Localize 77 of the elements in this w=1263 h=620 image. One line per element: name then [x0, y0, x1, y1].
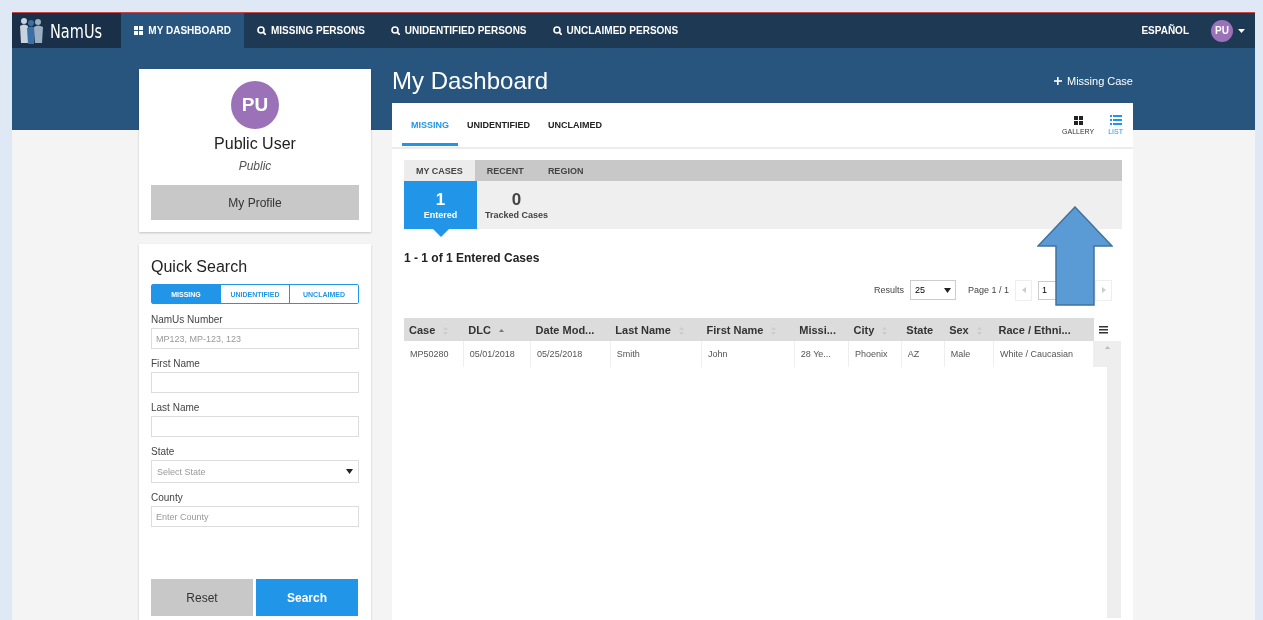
field-label: First Name — [151, 358, 201, 369]
column-header[interactable]: Case — [404, 318, 464, 341]
left-arrow-icon — [1021, 287, 1026, 293]
list-icon — [1109, 115, 1122, 125]
table-cell: White / Caucasian — [993, 341, 1094, 367]
column-header[interactable]: DLC — [463, 318, 531, 341]
column-header[interactable]: First Name — [701, 318, 795, 341]
field-label: State — [151, 446, 176, 457]
grid-icon — [1073, 115, 1083, 125]
reset-button[interactable]: Reset — [151, 579, 253, 616]
column-header[interactable]: City — [848, 318, 902, 341]
page-label: Page 1 / 1 — [967, 285, 1009, 295]
placeholder-text: Select State — [157, 466, 206, 477]
pointer-icon — [433, 229, 449, 237]
column-header[interactable]: Last Name — [610, 318, 702, 341]
nav-link[interactable]: UNIDENTIFIED PERSONS — [377, 13, 540, 48]
table-cell: AZ — [901, 341, 945, 367]
results-label: Results — [873, 285, 904, 295]
table-cell: Male — [944, 341, 994, 367]
page-input[interactable]: 1 — [1038, 280, 1056, 300]
table-cell: 05/01/2018 — [463, 341, 531, 367]
nav-link[interactable]: MISSING PERSONS — [243, 13, 378, 48]
input-field[interactable]: MP123, MP-123, 123 — [151, 328, 359, 349]
table-cell: 28 Ye... — [794, 341, 849, 367]
nav-link[interactable]: UNCLAIMED PERSONS — [539, 13, 692, 48]
language-link[interactable]: ESPAÑOL — [1141, 25, 1189, 36]
next-page-button[interactable] — [1095, 279, 1112, 301]
column-header[interactable]: Sex — [944, 318, 994, 341]
search-icon — [552, 26, 562, 35]
sort-ascending-icon — [498, 329, 504, 333]
input-field[interactable] — [151, 416, 359, 437]
add-case-link[interactable]: Missing Case — [1053, 75, 1133, 87]
search-icon — [256, 26, 266, 35]
category-tab[interactable]: UNIDENTIFIED — [458, 104, 539, 146]
previous-page-button[interactable] — [1015, 279, 1032, 301]
grid-icon — [134, 26, 144, 35]
dropdown-value: 25 — [914, 285, 925, 295]
search-icon — [390, 26, 400, 35]
scroll-up-icon — [1104, 346, 1110, 349]
table-cell: Phoenix — [848, 341, 902, 367]
section-title: Quick Search — [151, 258, 249, 276]
field-label: NamUs Number — [151, 314, 224, 325]
avatar: PU — [231, 81, 279, 129]
sub-tab[interactable]: MY CASES — [404, 160, 475, 181]
people-logo-icon — [18, 16, 44, 45]
column-header[interactable]: State — [901, 318, 945, 341]
sub-tab[interactable]: REGION — [535, 160, 596, 181]
category-tab[interactable]: UNCLAIMED — [539, 104, 611, 146]
table-cell: John — [701, 341, 795, 367]
profile-button[interactable]: My Profile — [151, 185, 359, 220]
column-header[interactable]: Missi... — [794, 318, 849, 341]
counter-tab[interactable]: 0 Tracked Cases — [477, 181, 557, 229]
menu-icon — [1098, 325, 1108, 334]
user-role: Public — [238, 159, 272, 173]
caret-icon — [1238, 28, 1245, 33]
column-header[interactable]: Race / Ethni... — [993, 318, 1094, 341]
input-field[interactable] — [151, 372, 359, 393]
caret-icon — [346, 469, 353, 474]
results-summary: 1 - 1 of 1 Entered Cases — [404, 251, 541, 265]
table-cell: MP50280 — [404, 341, 464, 367]
field-label: Last Name — [151, 402, 201, 413]
nav-link[interactable]: MY DASHBOARD — [121, 13, 244, 48]
avatar: PU — [1211, 19, 1233, 42]
sub-tab[interactable]: RECENT — [474, 160, 536, 181]
input-field[interactable]: Enter County — [151, 506, 359, 527]
page-title: My Dashboard — [392, 67, 549, 95]
column-header[interactable]: Date Mod... — [530, 318, 611, 341]
right-arrow-icon — [1101, 287, 1106, 293]
plus-icon — [1053, 77, 1062, 85]
logo-text: NamUs — [50, 19, 103, 42]
results-dropdown[interactable]: 25 — [909, 280, 956, 300]
field-label: County — [151, 492, 184, 503]
caret-icon — [943, 287, 951, 293]
table-cell: Smith — [610, 341, 702, 367]
table-cell: 05/25/2018 — [530, 341, 611, 367]
user-menu[interactable]: PU — [1211, 19, 1245, 42]
user-name: Public User — [214, 135, 296, 153]
